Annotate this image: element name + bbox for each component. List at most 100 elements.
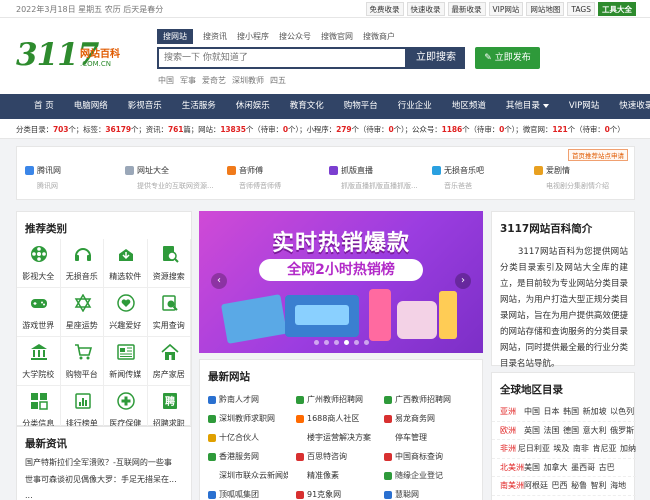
region-name[interactable]: 亚洲 xyxy=(492,406,524,417)
top-link-free-submit[interactable]: 免费收录 xyxy=(365,2,404,16)
search-button[interactable]: 立即搜索 xyxy=(407,47,465,69)
nav-industry[interactable]: 行业企业 xyxy=(388,94,442,119)
region-countries[interactable]: 中国 日本 韩国 新加坡 以色列 xyxy=(524,406,634,417)
nav-other[interactable]: 其他目录 xyxy=(496,94,559,119)
category-shopping[interactable]: 购物平台 xyxy=(60,337,104,386)
top-link-tools[interactable]: 工具大全 xyxy=(598,2,636,16)
carousel-dot[interactable] xyxy=(363,340,369,345)
nav-vip[interactable]: VIP网站 xyxy=(559,94,609,119)
nav-region[interactable]: 地区频道 xyxy=(442,94,496,119)
featured-item[interactable]: 腾讯网 腾讯网 xyxy=(25,165,125,191)
chevron-left-icon[interactable]: ‹ xyxy=(211,273,227,289)
featured-item[interactable]: 抓版直播 抓版直播抓版直播抓版... xyxy=(329,165,429,191)
site-logo[interactable]: 3117 网站百科 .COM.CN xyxy=(16,37,126,74)
top-link-sitemap[interactable]: 网站地图 xyxy=(526,2,565,16)
category-realestate[interactable]: 房产家居 xyxy=(147,337,191,386)
hot-word[interactable]: 深圳教师 xyxy=(232,75,264,86)
recommend-title: 推荐类别 xyxy=(25,223,67,235)
site-link[interactable]: 91克象网 xyxy=(288,489,376,500)
site-favicon-icon xyxy=(208,452,216,461)
tab-search-official[interactable]: 搜公众号 xyxy=(279,31,311,42)
nav-shopping[interactable]: 购物平台 xyxy=(334,94,388,119)
ranking-icon xyxy=(74,393,91,409)
site-link[interactable]: 顶呱呱集团 xyxy=(200,489,288,500)
carousel-dot[interactable] xyxy=(313,340,319,345)
search-input[interactable] xyxy=(159,49,405,67)
featured-item[interactable]: 网址大全 提供专业的互联网资源... xyxy=(125,165,225,191)
site-link[interactable]: 百思特咨询 xyxy=(288,451,376,462)
site-link[interactable]: 精准像素 xyxy=(288,470,376,481)
gamepad-icon xyxy=(31,299,47,308)
category-horoscope[interactable]: 星座运势 xyxy=(60,288,104,337)
category-games[interactable]: 游戏世界 xyxy=(17,288,61,337)
top-link-fast-submit[interactable]: 快速收录 xyxy=(406,2,445,16)
region-countries[interactable]: 美国 加拿大 墨西哥 古巴 xyxy=(524,462,615,473)
carousel-dot[interactable] xyxy=(333,340,339,345)
category-resource-search[interactable]: 资源搜索 xyxy=(147,239,191,288)
category-media[interactable]: 新闻传媒 xyxy=(104,337,148,386)
site-link[interactable]: 广西教师招聘网 xyxy=(376,394,464,405)
region-countries[interactable]: 英国 法国 德国 意大利 俄罗斯 xyxy=(524,425,634,436)
chevron-down-icon xyxy=(542,103,549,108)
publish-button[interactable]: ✎ 立即发布 xyxy=(475,47,540,69)
nav-life[interactable]: 生活服务 xyxy=(172,94,226,119)
news-item[interactable]: ... xyxy=(25,491,185,500)
nav-home[interactable]: 首 页 xyxy=(22,94,64,119)
site-link[interactable]: 易龙商务网 xyxy=(376,413,464,424)
nav-video-music[interactable]: 影视音乐 xyxy=(118,94,172,119)
featured-item[interactable]: 音师傅 音师傅音师傅 xyxy=(227,165,327,191)
site-link[interactable]: 中国商标查询 xyxy=(376,451,464,462)
tab-search-site[interactable]: 搜网站 xyxy=(157,29,193,44)
region-countries[interactable]: 阿根廷 巴西 秘鲁 智利 海地 xyxy=(524,480,626,491)
carousel-dot[interactable] xyxy=(353,340,359,345)
site-link[interactable]: 慧聪网 xyxy=(376,489,464,500)
news-item[interactable]: 国产特斯拉们全军溃败？-互联网的一些事 xyxy=(25,457,185,474)
tab-search-miniapp[interactable]: 搜小程序 xyxy=(237,31,269,42)
chevron-right-icon[interactable]: › xyxy=(455,273,471,289)
carousel-dot[interactable] xyxy=(323,340,329,345)
site-link[interactable]: 1688商人社区 xyxy=(288,413,376,424)
hot-word[interactable]: 爱奇艺 xyxy=(202,75,226,86)
site-link[interactable]: 黔南人才网 xyxy=(200,394,288,405)
hot-word[interactable]: 四五 xyxy=(270,75,286,86)
featured-item[interactable]: 爱剧情 电视剧分集剧情介绍 xyxy=(534,165,634,191)
news-item[interactable]: 世事可森谈初见偶像大罗：手足无措呆在... xyxy=(25,474,185,491)
site-link[interactable]: 楼宇运营解决方案 xyxy=(288,432,376,443)
tab-search-microsite[interactable]: 搜微官网 xyxy=(321,31,353,42)
nav-computer[interactable]: 电脑网络 xyxy=(64,94,118,119)
hot-word[interactable]: 军事 xyxy=(180,75,196,86)
site-link[interactable]: 深圳教师求职网 xyxy=(200,413,288,424)
promo-banner[interactable]: 实时热销爆款 全网2小时热销榜 ‹ › xyxy=(199,211,483,353)
category-universities[interactable]: 大学院校 xyxy=(17,337,61,386)
top-link-latest[interactable]: 最新收录 xyxy=(447,2,486,16)
category-lookup[interactable]: 实用查询 xyxy=(147,288,191,337)
category-video[interactable]: 影视大全 xyxy=(17,239,61,288)
top-link-vip[interactable]: VIP网站 xyxy=(488,2,524,16)
latest-sites-list: 黔南人才网 广州教师招聘网 广西教师招聘网 深圳教师求职网 1688商人社区 易… xyxy=(200,390,484,500)
nav-other-label: 其他目录 xyxy=(505,101,540,111)
category-hobbies[interactable]: 兴趣爱好 xyxy=(104,288,148,337)
region-name[interactable]: 北美洲 xyxy=(492,462,524,473)
site-link[interactable]: 深圳市联众云新闻媒... xyxy=(200,470,288,481)
hot-word[interactable]: 中国 xyxy=(158,75,174,86)
site-link[interactable]: 停车管理 xyxy=(376,432,464,443)
tab-search-merchant[interactable]: 搜微商户 xyxy=(363,31,395,42)
site-link[interactable]: 十亿合伙人 xyxy=(200,432,288,443)
nav-education[interactable]: 教育文化 xyxy=(280,94,334,119)
tab-search-news[interactable]: 搜资讯 xyxy=(203,31,227,42)
site-link[interactable]: 广州教师招聘网 xyxy=(288,394,376,405)
region-name[interactable]: 南美洲 xyxy=(492,480,524,491)
site-link[interactable]: 随缘企业登记 xyxy=(376,470,464,481)
region-countries[interactable]: 尼日利亚 埃及 南非 肯尼亚 加纳 xyxy=(518,443,636,454)
category-software[interactable]: 精选软件 xyxy=(104,239,148,288)
apply-featured-tag[interactable]: 首页推荐站点申请 xyxy=(568,149,628,161)
site-link[interactable]: 香港服务网 xyxy=(200,451,288,462)
region-name[interactable]: 欧洲 xyxy=(492,425,524,436)
category-music[interactable]: 无损音乐 xyxy=(60,239,104,288)
carousel-dot[interactable] xyxy=(343,340,349,345)
nav-leisure[interactable]: 休闲娱乐 xyxy=(226,94,280,119)
top-link-tags[interactable]: TAGS xyxy=(567,2,595,16)
region-name[interactable]: 非洲 xyxy=(492,443,518,454)
nav-fast-submit[interactable]: 快速收录 xyxy=(609,94,650,119)
featured-item[interactable]: 无损音乐吧 音乐爸爸 xyxy=(432,165,532,191)
